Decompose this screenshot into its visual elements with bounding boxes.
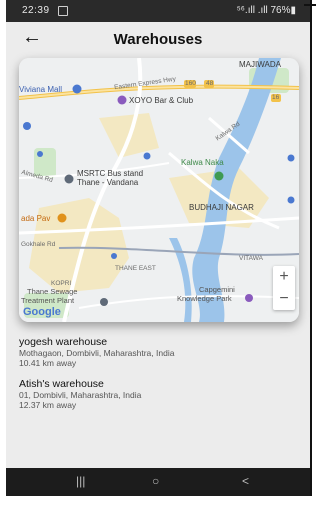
- zoom-control: + −: [273, 266, 295, 310]
- map-label-sewage: Thane Sewage: [27, 287, 78, 296]
- map-label-rd-48: 48: [206, 80, 214, 87]
- warehouse-name: Atish's warehouse: [19, 378, 104, 390]
- back-nav-icon[interactable]: <: [242, 474, 249, 488]
- frame-edge-top: [304, 4, 316, 6]
- list-item[interactable]: Atish's warehouse 01, Dombivli, Maharash…: [19, 378, 299, 410]
- map-label-xoyo: XOYO Bar & Club: [129, 96, 194, 105]
- zoom-in-button[interactable]: +: [273, 266, 295, 288]
- map-label-kopri: KOPRI: [51, 280, 72, 287]
- map-label-rd-16: 16: [272, 94, 280, 101]
- zoom-out-button[interactable]: −: [273, 288, 295, 310]
- map-label-capgemini-2: Knowledge Park: [177, 294, 232, 303]
- map-label-msrtc-2: Thane - Vandana: [77, 178, 139, 187]
- map-label-vitawa: VITAWA: [239, 255, 263, 262]
- map-label-capgemini: Capgemini: [199, 285, 235, 294]
- map-label-msrtc: MSRTC Bus stand: [77, 169, 144, 178]
- map-label-thane-east: THANE EAST: [115, 265, 156, 272]
- map-label-vada-pav: ada Pav: [21, 214, 51, 223]
- map-label-budhaji: BUDHAJI NAGAR: [189, 203, 254, 212]
- status-indicators: ⁵⁶.ıll .ıll 76%▮: [236, 5, 296, 16]
- map-label-kalwa-naka: Kalwa Naka: [181, 158, 224, 167]
- map-label-rd-160: 160: [185, 80, 196, 87]
- warehouse-distance: 12.37 km away: [19, 400, 77, 410]
- app-screen: 22:39 ⁵⁶.ıll .ıll 76%▮ ← Warehouses MAJI…: [6, 0, 310, 496]
- frame-edge: [310, 0, 312, 496]
- status-time: 22:39: [22, 5, 50, 16]
- image-notification-icon: [58, 6, 68, 16]
- warehouse-address: Mothagaon, Dombivli, Maharashtra, India: [19, 348, 175, 358]
- warehouse-name: yogesh warehouse: [19, 336, 108, 348]
- warehouse-list: yogesh warehouse Mothagaon, Dombivli, Ma…: [19, 336, 299, 420]
- map-label-majiwada: MAJIWADA: [239, 60, 281, 69]
- map-view[interactable]: MAJIWADA Eastern Express Hwy 160 48 16 V…: [19, 58, 299, 322]
- map-label-sewage-2: Treatment Plant: [21, 296, 75, 305]
- recent-apps-icon[interactable]: |||: [76, 474, 85, 488]
- google-logo: Google: [23, 306, 61, 318]
- warehouse-distance: 10.41 km away: [19, 358, 77, 368]
- page-title: Warehouses: [113, 31, 203, 48]
- app-header: ← Warehouses: [6, 22, 310, 58]
- status-bar: 22:39 ⁵⁶.ıll .ıll 76%▮: [6, 0, 310, 22]
- warehouse-address: 01, Dombivli, Maharashtra, India: [19, 390, 142, 400]
- system-nav-bar: ||| ○ <: [6, 468, 310, 496]
- map-label-viviana-mall: Viviana Mall: [19, 85, 62, 94]
- home-icon[interactable]: ○: [152, 474, 159, 488]
- map-label-gokhale: Gokhale Rd: [21, 241, 56, 248]
- list-item[interactable]: yogesh warehouse Mothagaon, Dombivli, Ma…: [19, 336, 299, 368]
